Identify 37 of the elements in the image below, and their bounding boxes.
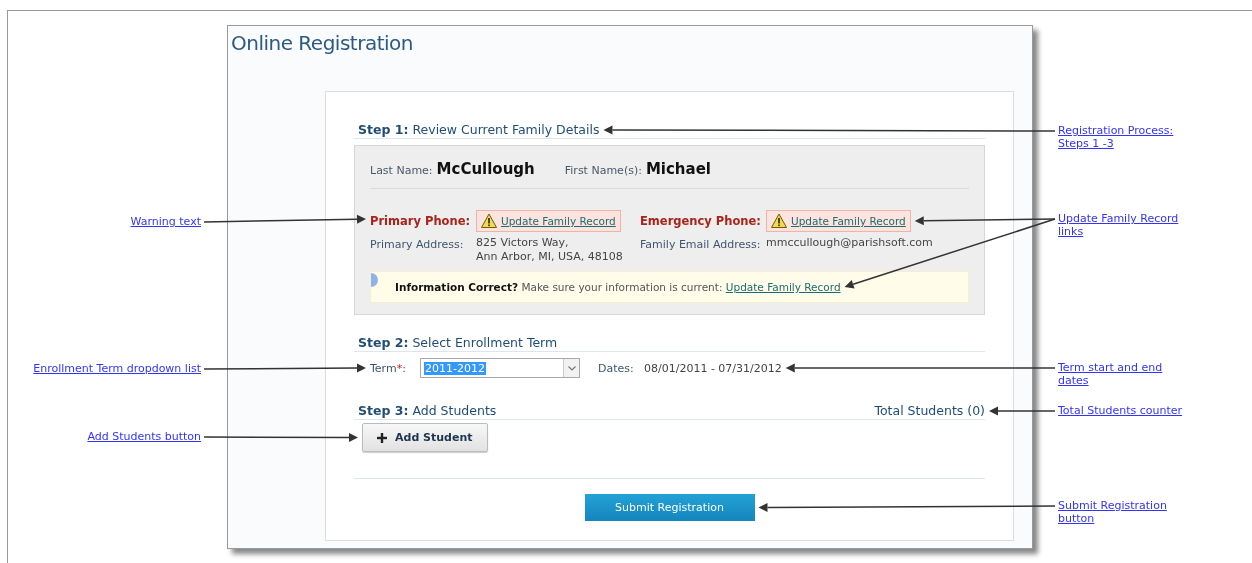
warning-label: Primary Phone: bbox=[370, 213, 472, 228]
update-record-link[interactable]: Update Family Record bbox=[791, 215, 906, 227]
field-label: Family Email Address: bbox=[640, 237, 762, 251]
field-label: Primary Address: bbox=[370, 237, 465, 251]
field-value: mmccullough@parishsoft.com bbox=[766, 235, 934, 250]
field-label: Last Name: bbox=[370, 164, 433, 177]
update-record-link[interactable]: Update Family Record bbox=[501, 215, 616, 227]
update-record-link[interactable]: Update Family Record bbox=[725, 281, 841, 293]
field-label: Term*: bbox=[370, 361, 407, 375]
callout-link[interactable]: Warning text bbox=[130, 215, 201, 228]
callout-link[interactable]: Update Family Record links bbox=[1058, 212, 1186, 238]
step-heading: Step 2: Select Enrollment Term bbox=[357, 335, 558, 351]
field-value: McCullough bbox=[436, 160, 535, 178]
callout-link[interactable]: Enrollment Term dropdown list bbox=[33, 362, 201, 375]
field-value: 825 Victors Way, Ann Arbor, MI, USA, 48108 bbox=[476, 235, 624, 264]
info-message: Information Correct? Make sure your information is current: Update Family Record bbox=[395, 281, 841, 293]
caret-icon bbox=[567, 365, 576, 371]
callout-link[interactable]: Submit Registration button bbox=[1058, 499, 1186, 525]
callout-link[interactable]: Total Students counter bbox=[1058, 404, 1183, 417]
page-title: Online Registration bbox=[230, 30, 414, 55]
step-heading: Step 1: Review Current Family Details bbox=[357, 122, 600, 138]
callout-link[interactable]: Term start and end dates bbox=[1058, 361, 1186, 387]
add-student-button[interactable]: Add Student bbox=[362, 423, 488, 452]
warning-icon bbox=[771, 213, 787, 229]
callout-link[interactable]: Add Students button bbox=[87, 430, 201, 443]
students-counter: Total Students (0) bbox=[874, 403, 985, 419]
leader-arrow bbox=[989, 406, 1056, 416]
warning-label: Emergency Phone: bbox=[640, 213, 762, 228]
field-label: Dates: bbox=[598, 361, 635, 375]
plus-icon bbox=[377, 432, 387, 443]
warning-icon bbox=[481, 213, 497, 229]
info-icon bbox=[371, 273, 380, 287]
callout-link[interactable]: Registration Process: Steps 1 -3 bbox=[1058, 124, 1186, 150]
step-heading: Step 3: Add Students bbox=[357, 403, 497, 419]
field-value: 08/01/2011 - 07/31/2012 bbox=[644, 361, 782, 375]
field-value: Michael bbox=[645, 160, 711, 178]
field-label: First Name(s): bbox=[564, 164, 642, 177]
